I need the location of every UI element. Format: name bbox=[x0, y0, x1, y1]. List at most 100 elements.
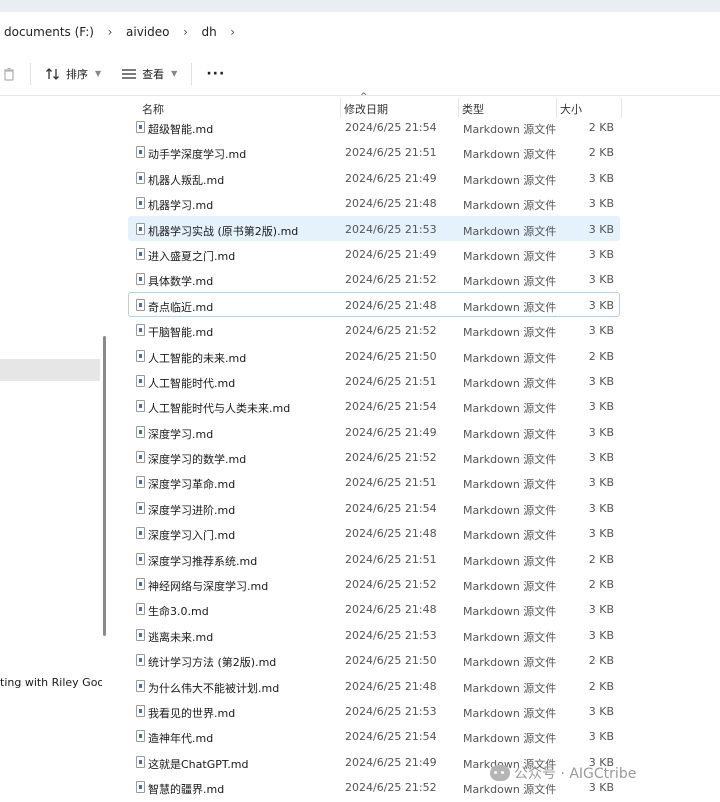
file-name: 机器学习实战 (原书第2版).md bbox=[148, 224, 299, 238]
file-row[interactable]: 深度学习入门.md 2024/6/25 21:48 Markdown 源文件 3 KB bbox=[128, 520, 620, 545]
file-size: 3 KB bbox=[588, 400, 614, 414]
more-options-button[interactable]: ··· bbox=[200, 60, 231, 88]
markdown-file-icon bbox=[136, 273, 145, 286]
file-row[interactable]: 造神年代.md 2024/6/25 21:54 Markdown 源文件 3 KB bbox=[128, 723, 620, 748]
file-type: Markdown 源文件 bbox=[463, 656, 557, 670]
window-top-strip bbox=[0, 0, 720, 12]
delete-button[interactable] bbox=[0, 60, 22, 88]
file-name: 人工智能时代与人类未来.md bbox=[148, 402, 291, 416]
file-name: 具体数学.md bbox=[148, 275, 214, 289]
file-row[interactable]: 统计学习方法 (第2版).md 2024/6/25 21:50 Markdown 源… bbox=[128, 647, 620, 672]
markdown-file-icon bbox=[136, 121, 145, 133]
breadcrumb-item-aivideo[interactable]: aivideo bbox=[122, 25, 173, 39]
file-size: 3 KB bbox=[588, 527, 614, 541]
file-name: 生命3.0.md bbox=[148, 605, 209, 619]
file-modified-date: 2024/6/25 21:53 bbox=[345, 704, 437, 718]
view-button-label: 查看 bbox=[142, 67, 165, 81]
file-type: Markdown 源文件 bbox=[463, 503, 557, 517]
file-modified-date: 2024/6/25 21:54 bbox=[345, 121, 437, 134]
file-row[interactable]: 深度学习进阶.md 2024/6/25 21:54 Markdown 源文件 3 KB bbox=[128, 495, 620, 520]
file-row[interactable]: 生命3.0.md 2024/6/25 21:48 Markdown 源文件 3 KB bbox=[128, 596, 620, 621]
file-size: 3 KB bbox=[588, 374, 614, 388]
markdown-file-icon bbox=[136, 755, 145, 768]
file-size: 3 KB bbox=[588, 273, 614, 287]
file-type: Markdown 源文件 bbox=[463, 427, 557, 441]
file-name: 为什么伟大不能被计划.md bbox=[148, 681, 280, 695]
markdown-file-icon bbox=[136, 704, 145, 717]
markdown-file-icon bbox=[136, 501, 145, 514]
markdown-file-icon bbox=[136, 603, 145, 616]
file-row[interactable]: 机器学习实战 (原书第2版).md 2024/6/25 21:53 Markdown… bbox=[128, 215, 620, 241]
file-modified-date: 2024/6/25 21:49 bbox=[345, 247, 437, 261]
file-row[interactable]: 具体数学.md 2024/6/25 21:52 Markdown 源文件 3 KB bbox=[128, 266, 620, 291]
column-divider[interactable] bbox=[621, 98, 622, 118]
file-type: Markdown 源文件 bbox=[463, 326, 557, 340]
file-row[interactable]: 深度学习革命.md 2024/6/25 21:51 Markdown 源文件 3 KB bbox=[128, 469, 620, 494]
markdown-file-icon bbox=[136, 628, 145, 641]
markdown-file-icon bbox=[136, 247, 145, 260]
nav-item[interactable]: ting with Riley Goodsi bbox=[0, 676, 102, 689]
file-type: Markdown 源文件 bbox=[463, 199, 557, 213]
file-type: Markdown 源文件 bbox=[463, 706, 557, 720]
file-modified-date: 2024/6/25 21:51 bbox=[345, 476, 437, 490]
file-row[interactable]: 奇点临近.md 2024/6/25 21:48 Markdown 源文件 3 KB bbox=[128, 291, 620, 318]
file-row[interactable]: 进入盛夏之门.md 2024/6/25 21:49 Markdown 源文件 3 KB bbox=[128, 241, 620, 266]
file-row[interactable]: 为什么伟大不能被计划.md 2024/6/25 21:48 Markdown 源文件… bbox=[128, 673, 620, 698]
file-row[interactable]: 机器人叛乱.md 2024/6/25 21:49 Markdown 源文件 3 KB bbox=[128, 165, 620, 190]
file-row[interactable]: 动手学深度学习.md 2024/6/25 21:51 Markdown 源文件 2 K… bbox=[128, 139, 620, 164]
file-size: 2 KB bbox=[588, 552, 614, 566]
file-type: Markdown 源文件 bbox=[463, 376, 557, 390]
markdown-file-icon bbox=[136, 578, 145, 591]
markdown-file-icon bbox=[136, 476, 145, 489]
file-name: 干脑智能.md bbox=[148, 326, 214, 340]
file-modified-date: 2024/6/25 21:54 bbox=[345, 730, 437, 744]
file-row[interactable]: 人工智能时代与人类未来.md 2024/6/25 21:54 Markdown 源文… bbox=[128, 393, 620, 418]
breadcrumb: documents (F:) › aivideo › dh › bbox=[0, 12, 720, 52]
file-row[interactable]: 深度学习的数学.md 2024/6/25 21:52 Markdown 源文件 3 K… bbox=[128, 444, 620, 469]
breadcrumb-chevron-icon[interactable]: › bbox=[173, 25, 197, 39]
file-type: Markdown 源文件 bbox=[463, 605, 557, 619]
nav-item-selected[interactable] bbox=[0, 359, 100, 381]
file-size: 3 KB bbox=[588, 501, 614, 515]
breadcrumb-chevron-icon[interactable]: › bbox=[221, 25, 245, 39]
file-row[interactable]: 人工智能时代.md 2024/6/25 21:51 Markdown 源文件 3 KB bbox=[128, 368, 620, 393]
file-row[interactable]: 逃离未来.md 2024/6/25 21:53 Markdown 源文件 3 KB bbox=[128, 622, 620, 647]
file-name: 逃离未来.md bbox=[148, 630, 214, 644]
file-modified-date: 2024/6/25 21:52 bbox=[345, 273, 437, 287]
file-row[interactable]: 神经网络与深度学习.md 2024/6/25 21:52 Markdown 源文件 2… bbox=[128, 571, 620, 596]
file-size: 3 KB bbox=[588, 171, 614, 185]
file-row[interactable]: 深度学习.md 2024/6/25 21:49 Markdown 源文件 3 KB bbox=[128, 419, 620, 444]
file-row[interactable]: 我看见的世界.md 2024/6/25 21:53 Markdown 源文件 3 KB bbox=[128, 698, 620, 723]
file-row[interactable]: 超级智能.md 2024/6/25 21:54 Markdown 源文件 2 KB bbox=[128, 114, 620, 139]
file-modified-date: 2024/6/25 21:49 bbox=[345, 171, 437, 185]
file-row[interactable]: 深度学习推荐系统.md 2024/6/25 21:51 Markdown 源文件 2 … bbox=[128, 546, 620, 571]
file-type: Markdown 源文件 bbox=[463, 529, 557, 543]
file-size: 3 KB bbox=[588, 704, 614, 718]
sort-button-label: 排序 bbox=[66, 67, 88, 81]
file-modified-date: 2024/6/25 21:48 bbox=[345, 527, 437, 541]
file-type: Markdown 源文件 bbox=[463, 300, 557, 314]
file-row[interactable]: 机器学习.md 2024/6/25 21:48 Markdown 源文件 3 KB bbox=[128, 190, 620, 215]
chevron-down-icon: ▼ bbox=[171, 69, 178, 78]
file-modified-date: 2024/6/25 21:53 bbox=[345, 222, 437, 236]
file-size: 3 KB bbox=[588, 628, 614, 642]
markdown-file-icon bbox=[136, 679, 145, 692]
file-modified-date: 2024/6/25 21:52 bbox=[345, 324, 437, 338]
sort-button[interactable]: 排序 ▼ bbox=[39, 60, 107, 88]
file-size: 3 KB bbox=[588, 476, 614, 490]
file-modified-date: 2024/6/25 21:54 bbox=[345, 501, 437, 515]
file-modified-date: 2024/6/25 21:53 bbox=[345, 628, 437, 642]
file-name: 这就是ChatGPT.md bbox=[148, 757, 249, 771]
file-type: Markdown 源文件 bbox=[463, 681, 557, 695]
breadcrumb-item-dh[interactable]: dh bbox=[197, 25, 220, 39]
view-button[interactable]: 查看 ▼ bbox=[115, 60, 183, 88]
markdown-file-icon bbox=[136, 654, 145, 667]
breadcrumb-chevron-icon[interactable]: › bbox=[98, 25, 122, 39]
file-row[interactable]: 干脑智能.md 2024/6/25 21:52 Markdown 源文件 3 KB bbox=[128, 317, 620, 342]
file-row[interactable]: 人工智能的未来.md 2024/6/25 21:50 Markdown 源文件 2 K… bbox=[128, 343, 620, 368]
nav-scrollbar[interactable] bbox=[103, 336, 106, 636]
toolbar-separator bbox=[191, 62, 193, 85]
breadcrumb-item-drive[interactable]: documents (F:) bbox=[0, 25, 98, 39]
file-type: Markdown 源文件 bbox=[463, 351, 557, 365]
file-size: 3 KB bbox=[588, 324, 614, 338]
